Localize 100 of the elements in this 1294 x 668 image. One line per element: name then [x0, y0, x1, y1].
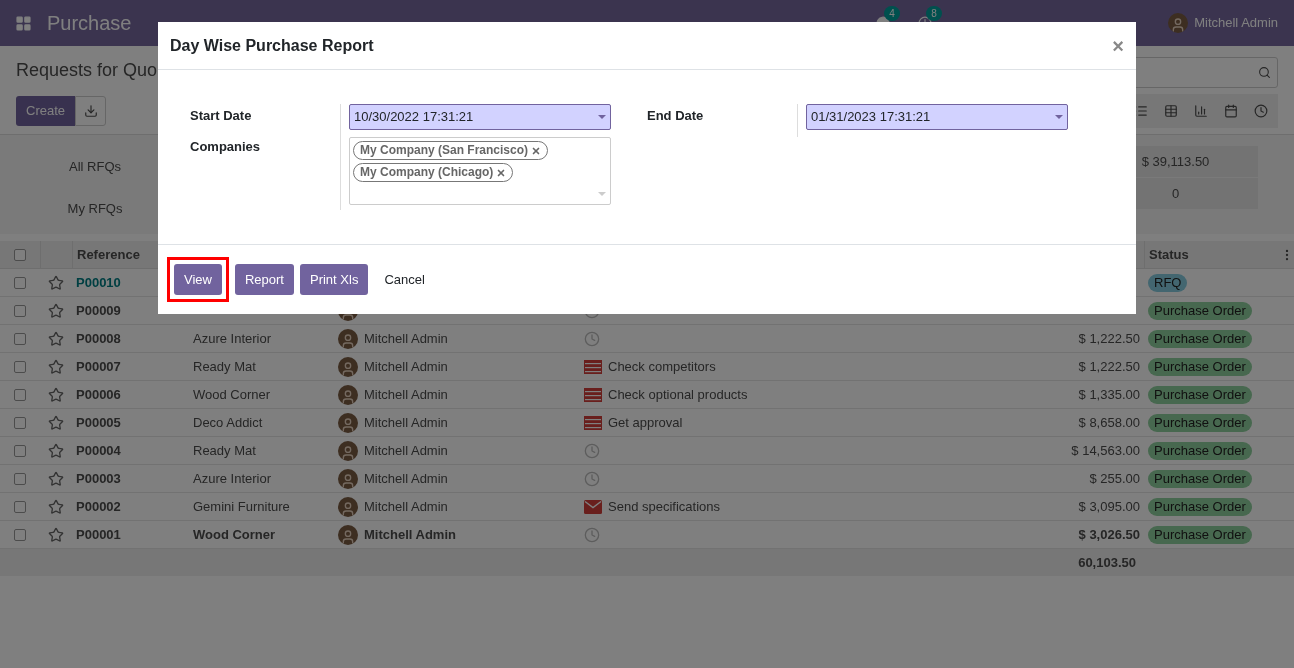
- search-icon: [1258, 66, 1271, 79]
- vendor-name: Gemini Furniture: [193, 497, 290, 516]
- list-icon[interactable]: [584, 415, 602, 430]
- date-field[interactable]: 10/30/2022 17:31:21: [349, 104, 611, 130]
- create-button[interactable]: Create: [16, 96, 76, 126]
- notification-badge: 8: [926, 6, 942, 21]
- total-amount: $ 1,222.50: [1078, 357, 1140, 376]
- reference-link[interactable]: P00007: [76, 356, 121, 377]
- row-checkbox[interactable]: [14, 276, 26, 289]
- avatar-icon: [338, 496, 358, 517]
- grand-total: 60,103.50: [1078, 553, 1136, 572]
- status-badge: Purchase Order: [1148, 469, 1252, 488]
- avatar-icon: [338, 468, 358, 489]
- vendor-name: Wood Corner: [193, 525, 276, 544]
- calendar-view-icon[interactable]: [1224, 104, 1238, 118]
- status-badge: Purchase Order: [1148, 357, 1252, 376]
- total-amount: $ 255.00: [1089, 469, 1140, 488]
- star-icon[interactable]: [48, 358, 64, 375]
- buyer-name: Mitchell Admin: [364, 329, 448, 348]
- cancel-button[interactable]: Cancel: [374, 264, 435, 295]
- row-checkbox[interactable]: [14, 360, 26, 373]
- reference-link[interactable]: P00001: [76, 524, 121, 545]
- dropdown-caret-icon: [598, 115, 606, 119]
- activity-summary: Check optional products: [608, 385, 748, 404]
- vendor-name: Wood Corner: [193, 385, 271, 404]
- select-all-checkbox[interactable]: [14, 248, 26, 261]
- reference-link[interactable]: P00004: [76, 440, 121, 461]
- star-icon[interactable]: [48, 526, 64, 543]
- buyer-name: Mitchell Admin: [364, 413, 448, 432]
- vendor-name: Azure Interior: [193, 469, 272, 488]
- row-checkbox[interactable]: [14, 332, 26, 345]
- date-field[interactable]: 01/31/2023 17:31:21: [806, 104, 1068, 130]
- dialog-button[interactable]: View: [174, 264, 222, 295]
- star-icon[interactable]: [48, 498, 64, 515]
- companies-field[interactable]: My Company (San Francisco) My Company (Chicago): [349, 137, 611, 205]
- chart-view-icon[interactable]: [1194, 104, 1208, 118]
- dialog-button[interactable]: Report: [234, 264, 294, 295]
- vendor-name: Deco Addict: [193, 413, 263, 432]
- reference-link[interactable]: P00005: [76, 412, 121, 433]
- reference-link[interactable]: P00010: [76, 272, 121, 293]
- dialog-title: Day Wise Purchase Report: [170, 35, 374, 56]
- activity-summary: Send specifications: [608, 497, 720, 516]
- star-icon[interactable]: [48, 414, 64, 431]
- row-checkbox[interactable]: [14, 416, 26, 429]
- list-icon[interactable]: [584, 387, 602, 402]
- status-badge: Purchase Order: [1148, 301, 1252, 320]
- envelope-icon[interactable]: [584, 499, 602, 514]
- star-icon[interactable]: [48, 386, 64, 403]
- notification-badge: 4: [884, 6, 900, 21]
- status-badge: RFQ: [1148, 273, 1188, 292]
- avatar-icon: [338, 328, 358, 349]
- avatar-icon: [338, 524, 358, 545]
- reference-link[interactable]: P00006: [76, 384, 121, 405]
- close-button[interactable]: ×: [1112, 35, 1124, 56]
- clock-icon[interactable]: [584, 526, 600, 543]
- list-icon[interactable]: [584, 359, 602, 374]
- avatar-icon: [338, 356, 358, 377]
- reference-link[interactable]: P00003: [76, 468, 121, 489]
- field-label: Start Date: [190, 107, 253, 125]
- star-icon[interactable]: [48, 470, 64, 487]
- avatar-icon: [338, 412, 358, 433]
- row-checkbox[interactable]: [14, 500, 26, 513]
- status-badge: Purchase Order: [1148, 413, 1252, 432]
- reference-link[interactable]: P00002: [76, 496, 121, 517]
- apps-menu-icon[interactable]: [15, 14, 32, 32]
- star-icon[interactable]: [48, 302, 64, 319]
- reference-link[interactable]: P00009: [76, 300, 121, 321]
- row-checkbox[interactable]: [14, 472, 26, 485]
- row-checkbox[interactable]: [14, 388, 26, 401]
- row-checkbox[interactable]: [14, 528, 26, 541]
- row-checkbox[interactable]: [14, 444, 26, 457]
- column-header[interactable]: Status: [1149, 244, 1189, 265]
- remove-icon[interactable]: [496, 167, 507, 178]
- clock-icon[interactable]: [584, 330, 600, 347]
- download-button[interactable]: [75, 96, 107, 126]
- status-badge: Purchase Order: [1148, 385, 1252, 404]
- column-header[interactable]: Reference: [77, 244, 140, 265]
- star-icon[interactable]: [48, 442, 64, 459]
- table-view-icon[interactable]: [1164, 104, 1178, 118]
- remove-icon[interactable]: [531, 145, 542, 156]
- reference-link[interactable]: P00008: [76, 328, 121, 349]
- field-label: Companies: [190, 138, 262, 156]
- row-checkbox[interactable]: [14, 304, 26, 317]
- activity-summary: Check competitors: [608, 357, 716, 376]
- buyer-name: Mitchell Admin: [364, 469, 448, 488]
- user-menu[interactable]: Mitchell Admin: [1194, 13, 1278, 33]
- dialog-button[interactable]: Print Xls: [300, 264, 369, 295]
- page-title: Requests for Quo: [16, 59, 158, 82]
- status-badge: Purchase Order: [1148, 497, 1252, 516]
- vendor-name: Azure Interior: [193, 329, 272, 348]
- clock-icon[interactable]: [584, 470, 600, 487]
- star-icon[interactable]: [48, 330, 64, 347]
- clock-view-icon[interactable]: [1254, 104, 1268, 118]
- total-amount: $ 8,658.00: [1078, 413, 1140, 432]
- star-icon[interactable]: [48, 274, 64, 291]
- total-amount: $ 14,563.00: [1071, 441, 1140, 460]
- buyer-name: Mitchell Admin: [364, 357, 448, 376]
- buyer-name: Mitchell Admin: [364, 385, 448, 404]
- activity-summary: Get approval: [608, 413, 683, 432]
- clock-icon[interactable]: [584, 442, 600, 459]
